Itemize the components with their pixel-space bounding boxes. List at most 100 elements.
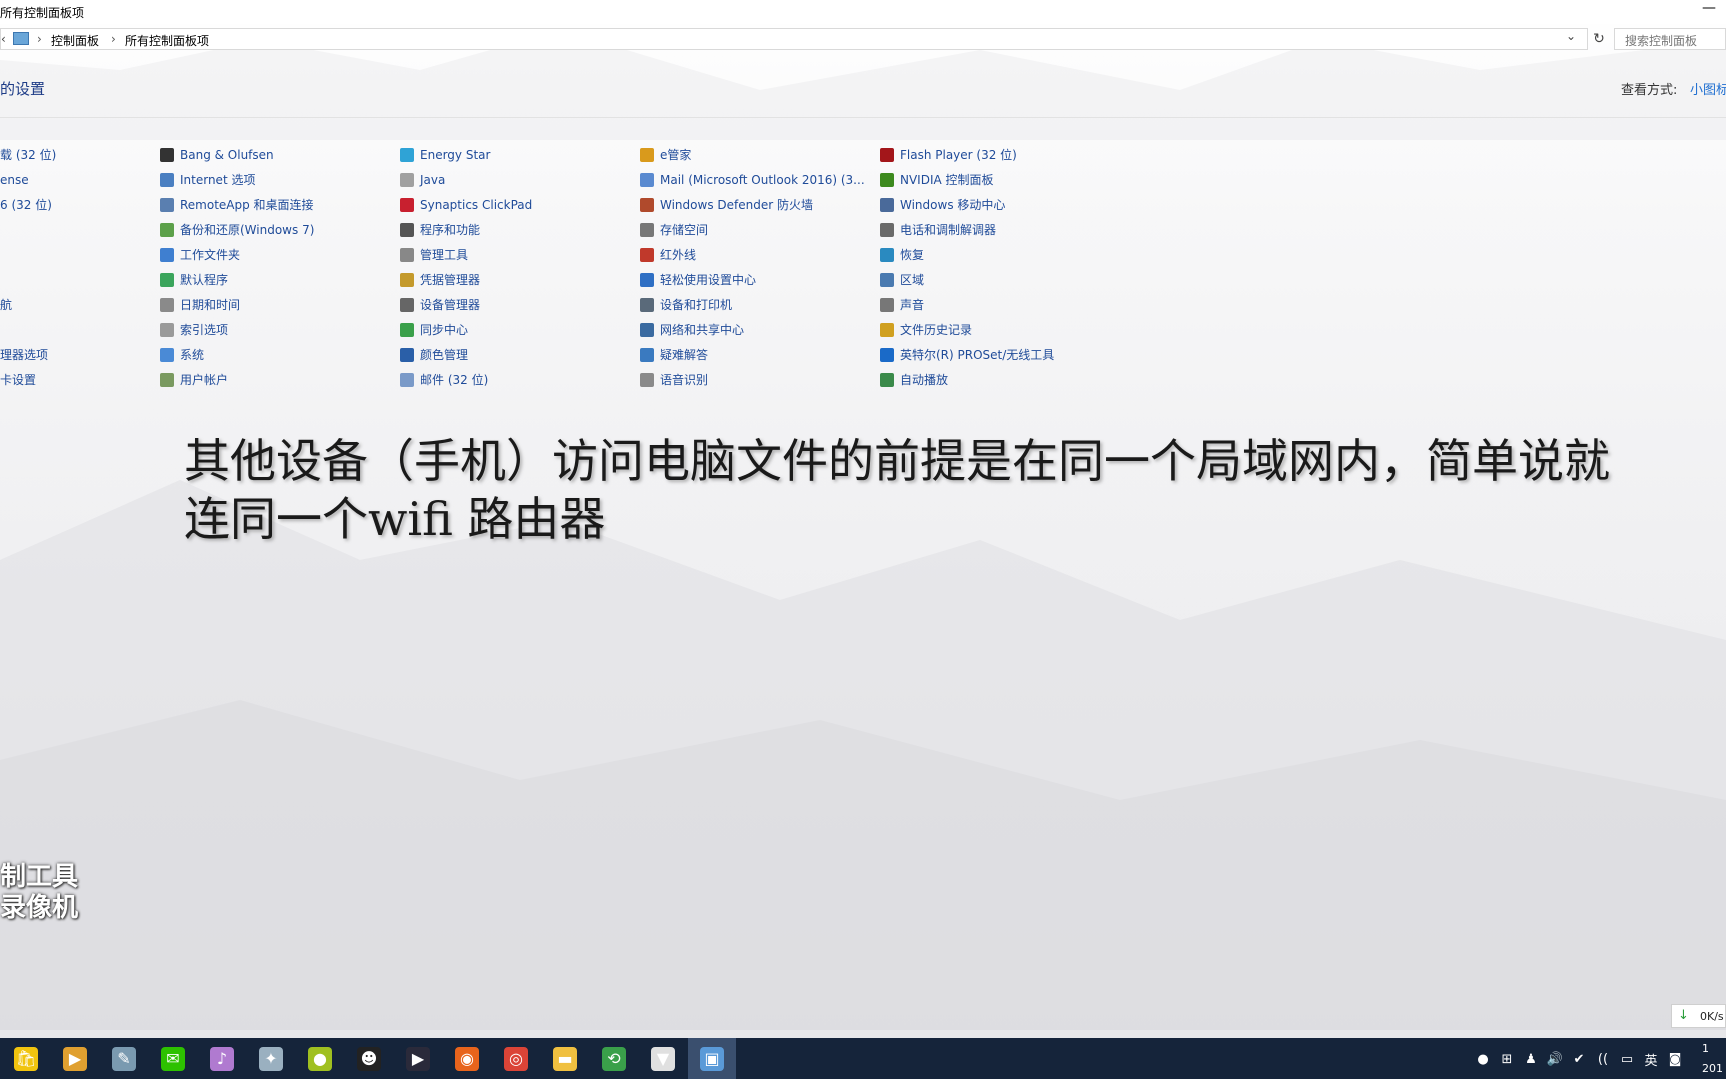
control-panel-item[interactable]: 系统 (160, 345, 204, 365)
control-panel-item[interactable]: 存储空间 (640, 220, 708, 240)
control-panel-item-label: 用户帐户 (180, 373, 229, 387)
watermark-line-1: 制工具 (0, 862, 79, 892)
tray-icon[interactable]: (( (1592, 1046, 1614, 1072)
control-panel-app[interactable]: ▣ (688, 1038, 736, 1079)
control-panel-item[interactable]: 6 (32 位) (0, 195, 52, 215)
store-app[interactable]: 🛍 (10, 1043, 42, 1075)
wechat-app[interactable]: ✉ (157, 1043, 189, 1075)
control-panel-item[interactable]: 恢复 (880, 245, 924, 265)
tray-icon[interactable]: ⊞ (1496, 1046, 1518, 1072)
control-panel-item[interactable]: 航 (0, 295, 12, 315)
control-panel-item[interactable]: 疑难解答 (640, 345, 708, 365)
control-panel-item-label: 管理工具 (420, 248, 469, 262)
breadcrumb-all-items[interactable]: 所有控制面板项 (125, 32, 209, 49)
control-panel-item[interactable]: 英特尔(R) PROSet/无线工具 (880, 345, 1054, 365)
caption-line-2: 连同一个wifi 路由器 (184, 492, 606, 546)
control-panel-item[interactable]: Windows 移动中心 (880, 195, 1005, 215)
tray-icon[interactable]: ● (1472, 1046, 1494, 1072)
control-panel-item-label: Bang & Olufsen (180, 148, 274, 162)
control-panel-item-label: 疑难解答 (660, 348, 709, 362)
chevron-down-icon[interactable]: ⌄ (1566, 29, 1576, 43)
watermark-line-2: 录像机 (0, 893, 79, 923)
control-panel-item[interactable]: Flash Player (32 位) (880, 145, 1017, 165)
search-input[interactable]: 搜索控制面板 (1614, 28, 1726, 50)
control-panel-item[interactable]: 电话和调制解调器 (880, 220, 996, 240)
tray-icon[interactable]: ♟ (1520, 1046, 1542, 1072)
music-app[interactable]: ♪ (206, 1043, 238, 1075)
control-panel-item[interactable]: 备份和还原(Windows 7) (160, 220, 314, 240)
control-panel-item-label: 恢复 (900, 248, 925, 262)
control-panel-item[interactable]: 载 (32 位) (0, 145, 56, 165)
control-panel-item[interactable]: 日期和时间 (160, 295, 240, 315)
tray-icon[interactable]: 🔊 (1544, 1046, 1566, 1072)
control-panel-item[interactable]: 区域 (880, 270, 924, 290)
media-app[interactable]: ▶ (402, 1043, 434, 1075)
address-bar[interactable]: ‹ › 控制面板 › 所有控制面板项 (0, 28, 1588, 50)
tray-icon[interactable]: ✔ (1568, 1046, 1590, 1072)
control-panel-item[interactable]: 邮件 (32 位) (400, 370, 488, 390)
control-panel-item[interactable]: 理器选项 (0, 345, 48, 365)
nvidia-icon (880, 173, 894, 187)
qq-app[interactable]: ☻ (353, 1043, 385, 1075)
remoteapp-icon (160, 198, 174, 212)
view-by-dropdown[interactable]: 小图标 (1690, 79, 1726, 98)
chrome-app[interactable]: ◎ (500, 1043, 532, 1075)
control-panel-item-label: 电话和调制解调器 (900, 223, 997, 237)
control-panel-item[interactable]: NVIDIA 控制面板 (880, 170, 994, 190)
speech-recognition-icon (640, 373, 654, 387)
breadcrumb-control-panel[interactable]: 控制面板 (51, 32, 99, 49)
control-panel-item[interactable]: 默认程序 (160, 270, 228, 290)
control-panel-item[interactable]: 设备和打印机 (640, 295, 732, 315)
control-panel-item[interactable]: RemoteApp 和桌面连接 (160, 195, 314, 215)
control-panel-item-label: Internet 选项 (180, 173, 256, 187)
control-panel-item[interactable]: Java (400, 170, 445, 190)
network-sharing-icon (640, 323, 654, 337)
control-panel-item[interactable]: 红外线 (640, 245, 696, 265)
control-panel-item[interactable]: Windows Defender 防火墙 (640, 195, 813, 215)
control-panel-item[interactable]: 颜色管理 (400, 345, 468, 365)
back-icon[interactable]: ‹ (1, 32, 6, 46)
control-panel-item[interactable]: 用户帐户 (160, 370, 228, 390)
fox-app[interactable]: ▼ (647, 1043, 679, 1075)
green-app[interactable]: ● (304, 1043, 336, 1075)
control-panel-item[interactable]: 自动播放 (880, 370, 948, 390)
control-panel-item[interactable]: ense (0, 170, 29, 190)
control-panel-item[interactable]: Bang & Olufsen (160, 145, 274, 165)
control-panel-item[interactable]: 设备管理器 (400, 295, 480, 315)
video-player-app[interactable]: ▶ (59, 1043, 91, 1075)
control-panel-item[interactable]: 语音识别 (640, 370, 708, 390)
control-panel-item[interactable]: Synaptics ClickPad (400, 195, 532, 215)
firefox-app[interactable]: ◉ (451, 1043, 483, 1075)
system-clock[interactable]: 1 201 (1702, 1039, 1723, 1079)
file-explorer-app[interactable]: ▬ (549, 1043, 581, 1075)
control-panel-item[interactable]: Internet 选项 (160, 170, 255, 190)
control-panel-item[interactable]: 同步中心 (400, 320, 468, 340)
control-panel-item[interactable]: 管理工具 (400, 245, 468, 265)
control-panel-item[interactable]: e管家 (640, 145, 691, 165)
control-panel-item[interactable]: 声音 (880, 295, 924, 315)
control-panel-item[interactable]: 网络和共享中心 (640, 320, 744, 340)
control-panel-item[interactable]: Energy Star (400, 145, 490, 165)
indexing-icon (160, 323, 174, 337)
control-panel-item[interactable]: 索引选项 (160, 320, 228, 340)
tray-icon[interactable]: 英 (1640, 1046, 1662, 1072)
control-panel-item[interactable]: Mail (Microsoft Outlook 2016) (3... (640, 170, 865, 190)
tray-icon[interactable]: ◙ (1664, 1046, 1686, 1072)
green-icon: ● (308, 1047, 332, 1071)
game-app[interactable]: ✦ (255, 1043, 287, 1075)
control-panel-item[interactable]: 凭据管理器 (400, 270, 480, 290)
control-panel-item[interactable]: 轻松使用设置中心 (640, 270, 756, 290)
control-panel-item[interactable]: 程序和功能 (400, 220, 480, 240)
refresh-icon[interactable]: ↻ (1588, 28, 1610, 50)
tray-icon[interactable]: ▭ (1616, 1046, 1638, 1072)
control-panel-item[interactable]: 文件历史记录 (880, 320, 972, 340)
control-panel-item-label: 文件历史记录 (900, 323, 973, 337)
network-speed-widget[interactable]: ↓ 0K/s (1671, 1004, 1726, 1028)
minimize-button[interactable]: — (1702, 0, 1716, 16)
paint-app[interactable]: ✎ (108, 1043, 140, 1075)
network-app[interactable]: ⟲ (598, 1043, 630, 1075)
control-panel-item[interactable]: 工作文件夹 (160, 245, 240, 265)
control-panel-item[interactable]: 卡设置 (0, 370, 36, 390)
network-icon: ⟲ (602, 1047, 626, 1071)
recorder-watermark: 制工具 录像机 (0, 862, 78, 924)
